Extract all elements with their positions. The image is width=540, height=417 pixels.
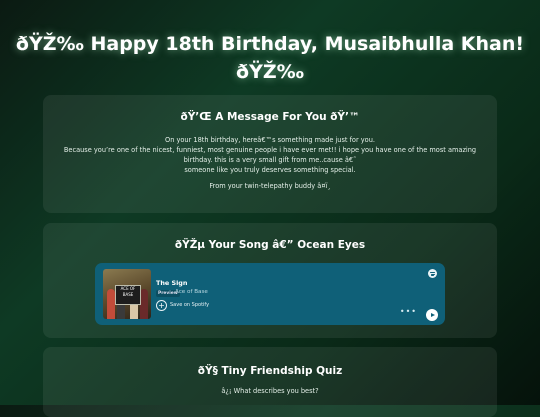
message-signoff: From your twin-telepathy buddy â¤ï¸ [209,182,331,190]
save-on-spotify-button[interactable]: Save on Spotify [170,302,209,308]
spotify-embed-player[interactable]: ACE OF BASE The Sign Preview Ace of Base… [95,263,445,325]
page-title-line-2: ðŸŽ‰ [236,61,304,83]
track-name[interactable]: The Sign [156,279,187,287]
message-card-title: ðŸ’Œ A Message For You ðŸ’™ [180,111,360,123]
spotify-logo-icon[interactable] [428,269,437,278]
quiz-card: ðŸ§ Tiny Friendship Quiz â¿¡ What descri… [43,347,497,417]
message-line: On your 18th birthday, hereâ€™s somethin… [165,136,375,144]
message-line: birthday. this is a very small gift from… [183,156,357,164]
song-card: ðŸŽµ Your Song â€” Ocean Eyes ACE OF BAS… [43,223,497,338]
song-card-title: ðŸŽµ Your Song â€” Ocean Eyes [174,239,366,251]
message-line: someone like you truly deserves somethin… [184,166,356,174]
more-options-icon[interactable]: ••• [400,307,417,316]
add-circle-icon[interactable]: + [156,300,167,311]
album-art[interactable]: ACE OF BASE [103,269,151,319]
page-title-line-1: ðŸŽ‰ Happy 18th Birthday, Musaibhulla Kh… [15,33,525,55]
message-body: On your 18th birthday, hereâ€™s somethin… [43,135,497,191]
quiz-question: â¿¡ What describes you best? [221,387,319,395]
message-line: Because you’re one of the nicest, funnie… [63,146,477,154]
album-logo: ACE OF BASE [115,285,141,305]
page-title: ðŸŽ‰ Happy 18th Birthday, Musaibhulla Kh… [0,30,540,86]
artist-name[interactable]: Ace of Base [175,289,208,295]
quiz-card-title: ðŸ§ Tiny Friendship Quiz [197,365,343,377]
message-card: ðŸ’Œ A Message For You ðŸ’™ On your 18th… [43,95,497,213]
play-button-icon[interactable] [426,309,438,321]
